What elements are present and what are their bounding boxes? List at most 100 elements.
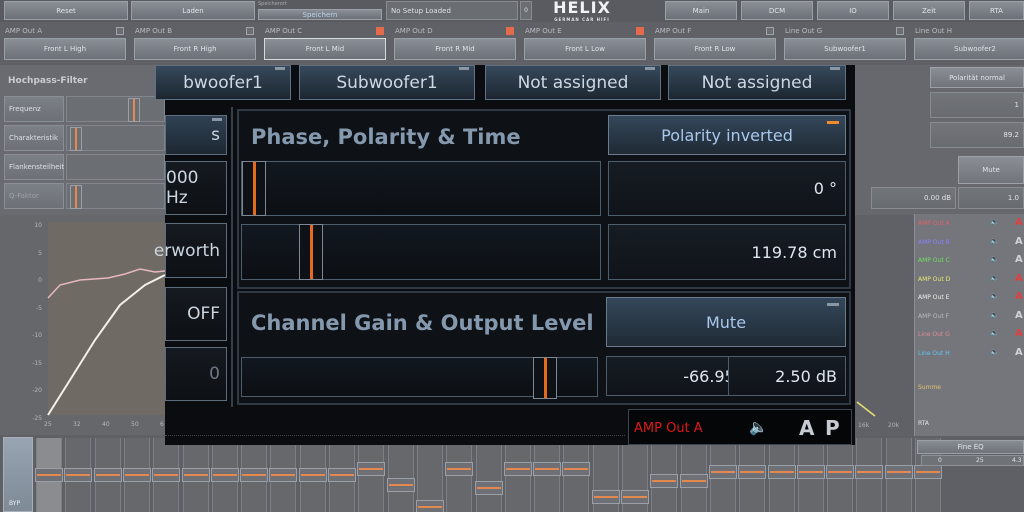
- delay-value[interactable]: 119.78 cm: [608, 224, 846, 280]
- highpass-row-slider[interactable]: [66, 183, 165, 209]
- eq-fader-knob[interactable]: [738, 464, 767, 479]
- eq-band-fader[interactable]: [474, 438, 503, 512]
- channel-select-button[interactable]: Front R Mid: [394, 38, 516, 60]
- speaker-icon[interactable]: 🔈: [990, 255, 999, 263]
- eq-band-fader[interactable]: [826, 438, 855, 512]
- eq-band-fader[interactable]: [152, 438, 181, 512]
- eq-fader-knob[interactable]: [708, 464, 737, 479]
- polarity-inverted-button[interactable]: Polarity inverted: [608, 115, 846, 155]
- eq-band-fader[interactable]: [679, 438, 708, 512]
- channel-link-checkbox[interactable]: [636, 27, 644, 35]
- reset-button[interactable]: Reset: [4, 1, 128, 20]
- a-indicator[interactable]: A: [1015, 347, 1023, 358]
- eq-band-fader[interactable]: [621, 438, 649, 512]
- eq-fader-knob[interactable]: [650, 474, 679, 489]
- a-indicator[interactable]: A: [1015, 236, 1023, 247]
- a-indicator[interactable]: A: [1015, 328, 1023, 339]
- eq-band-fader[interactable]: [533, 438, 562, 512]
- channel-list-item[interactable]: AMP Out B: [918, 239, 950, 246]
- eq-fader-knob[interactable]: [767, 464, 796, 479]
- channel-list-item[interactable]: AMP Out F: [918, 313, 949, 320]
- channel-link-checkbox[interactable]: [506, 27, 514, 35]
- load-button[interactable]: Laden: [131, 1, 255, 20]
- channel-assign-button[interactable]: Not assigned: [485, 65, 661, 100]
- channel-link-checkbox[interactable]: [766, 27, 774, 35]
- eq-fader-knob[interactable]: [533, 461, 562, 476]
- channel-list-item[interactable]: AMP Out D: [918, 276, 950, 283]
- eq-fader-knob[interactable]: [796, 464, 825, 479]
- eq-band-fader[interactable]: [122, 438, 151, 512]
- delay-slider-thumb[interactable]: [298, 224, 323, 280]
- eq-band-fader[interactable]: [210, 438, 239, 512]
- eq-fader-knob[interactable]: [152, 468, 181, 482]
- eq-fader-knob[interactable]: [855, 464, 884, 479]
- filter-toggle-button[interactable]: s: [165, 115, 227, 155]
- eq-fader-knob[interactable]: [269, 468, 298, 482]
- speaker-icon[interactable]: 🔈: [990, 311, 999, 319]
- channel-select-button[interactable]: Front L Mid: [264, 38, 386, 60]
- polarity-normal-button[interactable]: Polarität normal: [930, 67, 1024, 88]
- channel-select-button[interactable]: Subwoofer2: [914, 38, 1024, 60]
- channel-link-checkbox[interactable]: [116, 27, 124, 35]
- eq-fader-knob[interactable]: [474, 480, 503, 495]
- eq-fader-knob[interactable]: [445, 461, 474, 476]
- eq-fader-knob[interactable]: [562, 461, 591, 476]
- eq-band-fader[interactable]: [796, 438, 825, 512]
- eq-band-fader[interactable]: [415, 438, 444, 512]
- save-button[interactable]: Speichern: [258, 9, 382, 20]
- channel-link-checkbox[interactable]: [246, 27, 254, 35]
- bypass-button[interactable]: BYP: [3, 437, 33, 512]
- eq-fader-knob[interactable]: [621, 490, 649, 505]
- eq-fader-knob[interactable]: [884, 464, 913, 479]
- channel-select-button[interactable]: Front R Low: [654, 38, 776, 60]
- phase-value[interactable]: 0 °: [608, 161, 846, 216]
- eq-fader-knob[interactable]: [386, 477, 415, 492]
- delay-slider[interactable]: [241, 224, 601, 280]
- eq-fader-knob[interactable]: [914, 464, 942, 479]
- channel-link-checkbox[interactable]: [896, 27, 904, 35]
- eq-band-fader[interactable]: [884, 438, 913, 512]
- eq-band-fader[interactable]: [650, 438, 679, 512]
- a-indicator[interactable]: A: [1015, 273, 1023, 284]
- channel-list-item[interactable]: Line Out G: [918, 331, 950, 338]
- speaker-icon[interactable]: 🔈: [990, 292, 999, 300]
- eq-band-fader[interactable]: [591, 438, 620, 512]
- nav-zeit[interactable]: Zeit: [893, 1, 965, 20]
- eq-band-fader[interactable]: [708, 438, 737, 512]
- phase-slider-thumb[interactable]: [242, 161, 266, 216]
- eq-fader-knob[interactable]: [357, 461, 386, 476]
- eq-band-fader[interactable]: [93, 438, 122, 512]
- eq-band-fader[interactable]: [562, 438, 591, 512]
- eq-fader-knob[interactable]: [210, 468, 239, 482]
- channel-select-button[interactable]: Subwoofer1: [784, 38, 906, 60]
- slider-thumb[interactable]: [70, 127, 83, 151]
- speaker-icon[interactable]: 🔈: [990, 218, 999, 226]
- highpass-row-slider[interactable]: [66, 125, 165, 151]
- eq-fader-knob[interactable]: [122, 468, 151, 482]
- gain-slider-thumb[interactable]: [533, 357, 558, 399]
- highpass-row-slider[interactable]: [66, 154, 165, 180]
- nav-dcm[interactable]: DCM: [741, 1, 813, 20]
- eq-band-fader[interactable]: [767, 438, 796, 512]
- channel-link-checkbox[interactable]: [376, 27, 384, 35]
- channel-assign-button[interactable]: Not assigned: [668, 65, 846, 100]
- channel-select-button[interactable]: Front R High: [134, 38, 256, 60]
- slider-thumb[interactable]: [70, 185, 83, 209]
- gain-value[interactable]: 2.50 dB: [728, 356, 846, 396]
- eq-band-fader[interactable]: [445, 438, 474, 512]
- channel-list-item[interactable]: Line Out H: [918, 350, 950, 357]
- mute-button[interactable]: Mute: [606, 297, 846, 347]
- eq-band-fader[interactable]: [181, 438, 210, 512]
- a-indicator[interactable]: A: [1015, 254, 1023, 265]
- eq-fader-knob[interactable]: [503, 461, 532, 476]
- eq-fader-knob[interactable]: [298, 468, 327, 482]
- highpass-row-slider[interactable]: [66, 96, 165, 122]
- p-indicator[interactable]: P: [825, 416, 840, 440]
- eq-fader-knob[interactable]: [679, 474, 708, 489]
- eq-band-fader[interactable]: [64, 438, 93, 512]
- eq-band-fader[interactable]: [269, 438, 298, 512]
- speaker-icon[interactable]: 🔈: [990, 274, 999, 282]
- eq-band-fader[interactable]: [240, 438, 269, 512]
- phase-slider[interactable]: [241, 161, 601, 216]
- eq-fader-knob[interactable]: [93, 468, 122, 482]
